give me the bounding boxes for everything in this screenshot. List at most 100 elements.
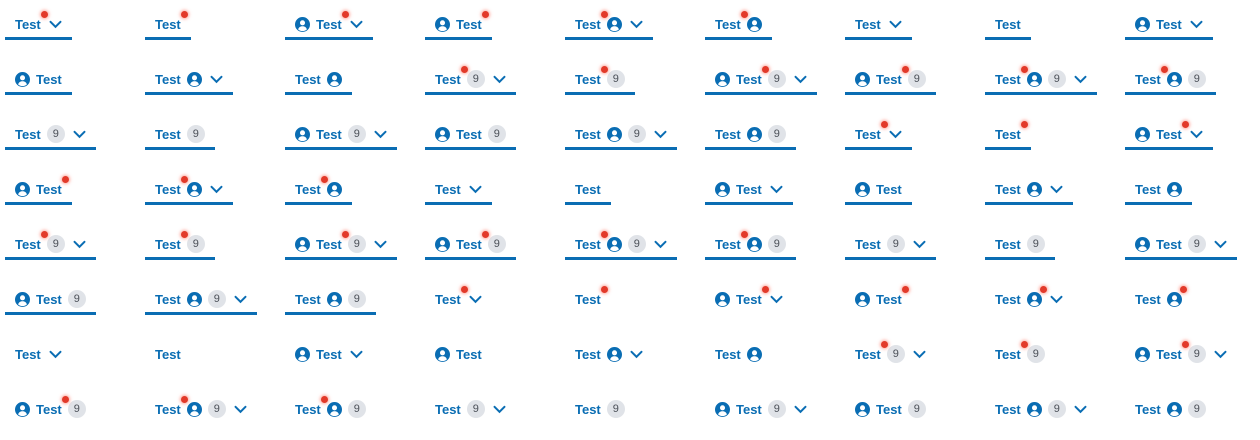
- tab-test[interactable]: Test 9: [425, 230, 516, 260]
- user-circle-icon: [435, 236, 450, 252]
- tab-test[interactable]: Test 9: [985, 397, 1097, 421]
- tab-test[interactable]: Test 9: [985, 232, 1055, 260]
- tab-test[interactable]: Test 9: [145, 287, 257, 315]
- tab-test[interactable]: Test: [285, 67, 352, 95]
- chevron-down-icon: [350, 20, 363, 28]
- tab-test[interactable]: Test: [285, 10, 373, 40]
- tab-test[interactable]: Test: [425, 177, 492, 205]
- tab-test[interactable]: Test 9: [425, 397, 516, 421]
- tab-test[interactable]: Test: [985, 285, 1073, 311]
- user-circle-icon: [855, 291, 870, 307]
- tab-test[interactable]: Test: [1125, 12, 1213, 40]
- tab-test[interactable]: Test 9: [985, 65, 1097, 95]
- tab-test[interactable]: Test: [145, 67, 233, 95]
- tab-test[interactable]: Test: [425, 285, 492, 311]
- tab-test[interactable]: Test 9: [5, 122, 96, 150]
- tab-test[interactable]: Test: [565, 285, 611, 311]
- tab-test[interactable]: Test 9: [565, 122, 677, 150]
- tab-test[interactable]: Test 9: [285, 122, 397, 150]
- tab-test[interactable]: Test: [565, 342, 653, 366]
- tab-test[interactable]: Test: [565, 177, 611, 205]
- tab-test[interactable]: Test 9: [1125, 340, 1237, 366]
- tab-test[interactable]: Test: [1125, 177, 1192, 205]
- count-badge: 9: [907, 70, 926, 88]
- user-circle-icon: [1135, 16, 1150, 32]
- chevron-down-icon: [210, 185, 223, 193]
- tab-test[interactable]: Test: [705, 177, 793, 205]
- tab-test[interactable]: Test 9: [845, 65, 936, 95]
- tab-test[interactable]: Test 9: [985, 340, 1055, 366]
- tab-test[interactable]: Test 9: [145, 395, 257, 421]
- chevron-down-icon: [234, 405, 247, 413]
- tab-test[interactable]: Test: [565, 10, 653, 40]
- tab-test[interactable]: Test 9: [705, 397, 817, 421]
- tab-test[interactable]: Test: [1125, 285, 1192, 311]
- tab-test[interactable]: Test: [845, 177, 912, 205]
- chevron-down-icon: [889, 130, 902, 138]
- tab-test[interactable]: Test: [985, 12, 1031, 40]
- tab-test[interactable]: Test: [845, 120, 912, 150]
- tab-test[interactable]: Test: [425, 10, 492, 40]
- tab-test[interactable]: Test 9: [845, 340, 936, 366]
- tab-variants-grid: Test Test Test Test Test Test Test Test Test Test…: [0, 0, 1260, 440]
- tab-test[interactable]: Test: [985, 177, 1073, 205]
- tab-test[interactable]: Test 9: [425, 122, 516, 150]
- tab-label: Test: [435, 291, 461, 307]
- user-circle-icon: [1026, 71, 1042, 87]
- user-circle-icon: [1166, 291, 1182, 307]
- tab-test[interactable]: Test: [1125, 120, 1213, 150]
- count-badge: 9: [627, 235, 646, 253]
- user-circle-icon: [186, 401, 202, 417]
- tab-test[interactable]: Test 9: [1125, 65, 1216, 95]
- tab-test[interactable]: Test 9: [565, 230, 677, 260]
- tab-test[interactable]: Test: [705, 342, 772, 366]
- tab-test[interactable]: Test 9: [705, 65, 817, 95]
- tab-label: Test: [855, 346, 881, 362]
- tab-test[interactable]: Test: [145, 175, 233, 205]
- tab-test[interactable]: Test: [145, 10, 191, 40]
- tab-test[interactable]: Test 9: [705, 230, 796, 260]
- tab-test[interactable]: Test: [145, 342, 191, 366]
- tab-test[interactable]: Test 9: [425, 65, 516, 95]
- tab-test[interactable]: Test: [5, 10, 72, 40]
- tab-test[interactable]: Test 9: [5, 287, 96, 315]
- tab-test[interactable]: Test 9: [565, 65, 635, 95]
- notification-dot: [40, 10, 48, 18]
- tab-test[interactable]: Test: [285, 175, 352, 205]
- user-circle-icon: [1135, 236, 1150, 252]
- tab-test[interactable]: Test: [425, 342, 492, 366]
- tab-label: Test: [575, 126, 601, 142]
- tab-test[interactable]: Test 9: [285, 230, 397, 260]
- tab-label: Test: [715, 346, 741, 362]
- tab-test[interactable]: Test: [845, 12, 912, 40]
- chevron-down-icon: [1050, 295, 1063, 303]
- tab-test[interactable]: Test: [5, 342, 72, 366]
- tab-test[interactable]: Test 9: [145, 230, 215, 260]
- tab-test[interactable]: Test 9: [845, 397, 936, 421]
- user-circle-icon: [746, 126, 762, 142]
- tab-test[interactable]: Test: [705, 285, 793, 311]
- tab-label: Test: [855, 16, 881, 32]
- user-circle-icon: [855, 401, 870, 417]
- tab-test[interactable]: Test 9: [5, 395, 96, 421]
- tab-test[interactable]: Test 9: [1125, 397, 1216, 421]
- tab-test[interactable]: Test: [5, 67, 72, 95]
- tab-label: Test: [575, 181, 601, 197]
- tab-test[interactable]: Test 9: [1125, 232, 1237, 260]
- tab-test[interactable]: Test 9: [845, 232, 936, 260]
- tab-test[interactable]: Test 9: [5, 230, 96, 260]
- tab-test[interactable]: Test 9: [285, 395, 376, 421]
- chevron-down-icon: [469, 295, 482, 303]
- count-badge: 9: [466, 400, 485, 418]
- tab-test[interactable]: Test: [285, 342, 373, 366]
- notification-dot: [761, 285, 769, 293]
- tab-test[interactable]: Test 9: [565, 397, 635, 421]
- tab-test[interactable]: Test 9: [285, 287, 376, 315]
- tab-test[interactable]: Test: [5, 175, 72, 205]
- tab-test[interactable]: Test: [705, 10, 772, 40]
- tab-test[interactable]: Test 9: [145, 122, 215, 150]
- tab-label: Test: [855, 236, 881, 252]
- tab-test[interactable]: Test: [985, 120, 1031, 150]
- tab-test[interactable]: Test: [845, 285, 912, 311]
- tab-test[interactable]: Test 9: [705, 122, 796, 150]
